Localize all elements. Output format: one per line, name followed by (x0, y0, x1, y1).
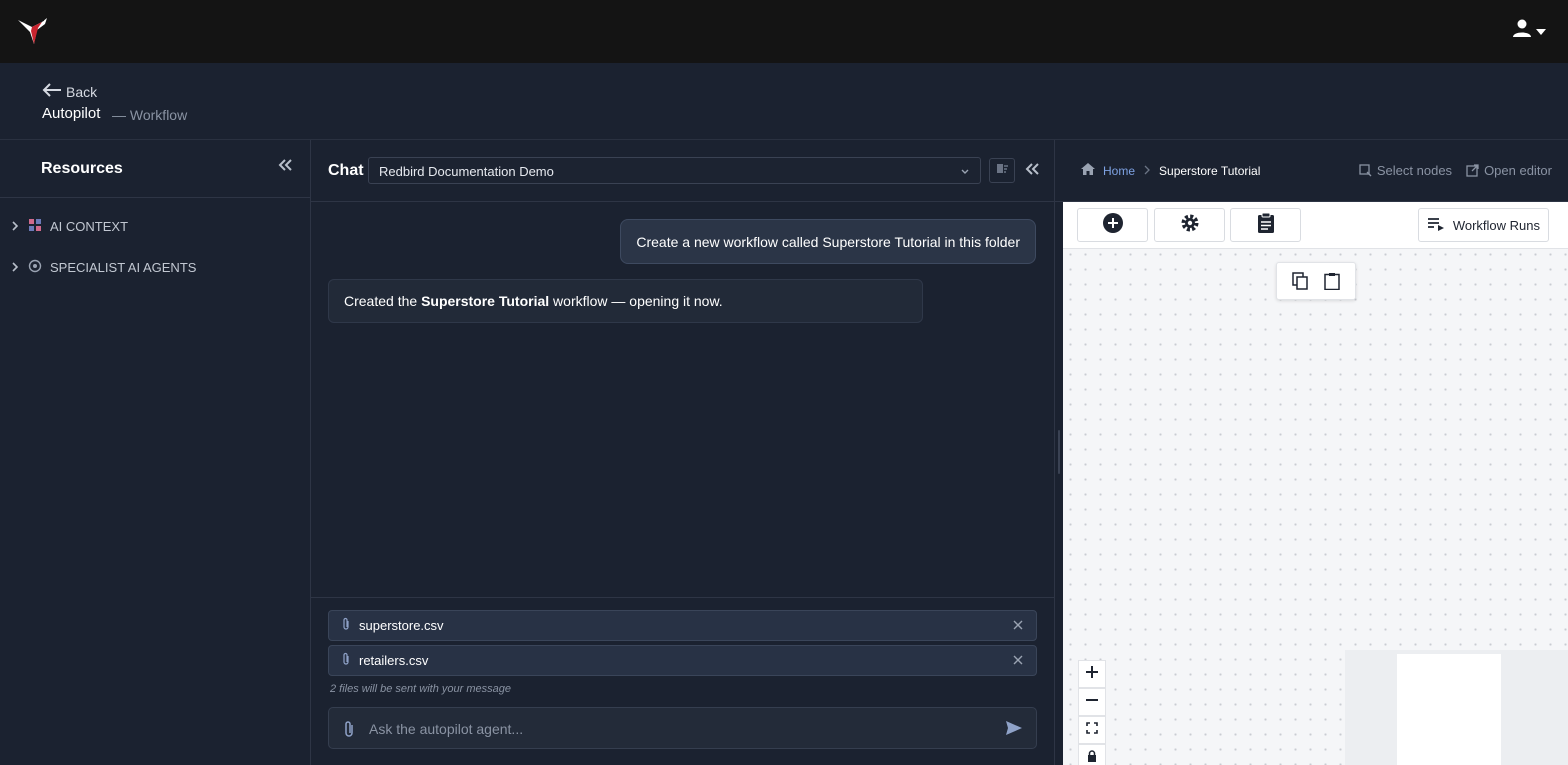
canvas-toolbar: Workflow Runs (1063, 202, 1568, 249)
resources-panel: Resources AI CONTEXT SPECIALIST AI AGENT… (0, 140, 311, 765)
page-subtitle: — Workflow (112, 107, 188, 123)
paperclip-icon (341, 617, 351, 634)
chevron-right-icon (10, 219, 20, 234)
paste-icon[interactable] (1324, 272, 1340, 290)
lock-button[interactable] (1078, 744, 1106, 765)
page-header: Back Autopilot — Workflow (0, 63, 1568, 140)
chevron-double-left-icon (1025, 163, 1039, 180)
workflow-runs-button[interactable]: Workflow Runs (1417, 208, 1549, 242)
workflow-header: Home Superstore Tutorial Select nodes Op… (1055, 140, 1568, 202)
assistant-message-workflow-name: Superstore Tutorial (421, 293, 550, 309)
workflow-header-actions: Select nodes Open editor (1359, 163, 1552, 178)
paperclip-icon (341, 652, 351, 669)
select-icon (1359, 164, 1372, 177)
resource-item-ai-context[interactable]: AI CONTEXT (10, 218, 128, 235)
playlist-play-icon (1427, 217, 1447, 234)
collapse-resources-button[interactable] (278, 158, 292, 177)
canvas-minimap[interactable] (1345, 650, 1568, 765)
attachment-chip: superstore.csv (328, 610, 1037, 641)
clear-chat-button[interactable] (989, 158, 1015, 183)
workflow-panel: Home Superstore Tutorial Select nodes Op… (1055, 140, 1568, 765)
assistant-message: Created the Superstore Tutorial workflow… (328, 279, 923, 323)
resource-item-label: SPECIALIST AI AGENTS (50, 260, 197, 275)
collapse-chat-button[interactable] (1025, 162, 1039, 181)
chat-panel: Chat Redbird Documentation Demo Create a… (311, 140, 1055, 765)
resources-title: Resources (41, 160, 123, 177)
attachment-chip: retailers.csv (328, 645, 1037, 676)
arrow-left-icon (42, 83, 62, 100)
clipboard-list-icon (1257, 212, 1275, 239)
open-editor-button[interactable]: Open editor (1466, 163, 1552, 178)
resources-header: Resources (0, 140, 310, 198)
chat-message-input[interactable] (369, 718, 989, 740)
send-icon[interactable] (1005, 720, 1023, 741)
clipboard-button[interactable] (1230, 208, 1301, 242)
user-avatar-icon (1512, 18, 1532, 43)
clear-list-icon (995, 161, 1009, 180)
user-message: Create a new workflow called Superstore … (620, 219, 1036, 264)
resize-grip (1058, 430, 1060, 474)
minimap-viewport (1397, 654, 1501, 765)
fit-view-button[interactable] (1078, 716, 1106, 744)
zoom-controls (1078, 660, 1106, 765)
chevron-down-icon (960, 165, 970, 180)
remove-attachment-icon[interactable] (1012, 654, 1024, 669)
resource-item-specialist-ai-agents[interactable]: SPECIALIST AI AGENTS (10, 259, 196, 276)
assistant-message-suffix: workflow — opening it now. (549, 293, 723, 309)
attach-file-icon[interactable] (343, 720, 355, 743)
attachment-name: retailers.csv (359, 653, 429, 668)
back-label: Back (66, 83, 98, 100)
copy-icon[interactable] (1292, 272, 1308, 290)
home-icon[interactable] (1081, 163, 1095, 178)
conversation-select[interactable]: Redbird Documentation Demo (368, 157, 981, 184)
add-node-button[interactable] (1077, 208, 1148, 242)
select-nodes-button[interactable]: Select nodes (1359, 163, 1452, 178)
chat-title: Chat (328, 162, 364, 179)
resource-item-label: AI CONTEXT (50, 219, 129, 234)
panel-resize-handle[interactable] (1055, 140, 1063, 765)
external-link-icon (1466, 164, 1479, 177)
redbird-logo-icon[interactable] (16, 14, 50, 46)
copy-paste-toolbar (1276, 262, 1356, 300)
top-bar (0, 0, 1568, 63)
attachment-name: superstore.csv (359, 618, 444, 633)
open-editor-label: Open editor (1484, 163, 1552, 178)
conversation-select-value: Redbird Documentation Demo (379, 164, 554, 179)
breadcrumb-current: Superstore Tutorial (1159, 163, 1261, 178)
chevron-down-icon (1536, 22, 1546, 40)
remove-attachment-icon[interactable] (1012, 619, 1024, 634)
workflow-canvas[interactable]: Workflow Runs (1063, 202, 1568, 765)
zoom-out-button[interactable] (1078, 688, 1106, 716)
gear-icon (1179, 212, 1201, 239)
minus-icon (1085, 693, 1099, 712)
chat-composer: superstore.csv retailers.csv 2 files wil… (311, 597, 1055, 765)
files-note: 2 files will be sent with your message (330, 683, 511, 695)
chevron-double-left-icon (278, 159, 292, 176)
fullscreen-icon (1086, 721, 1098, 739)
back-link[interactable]: Back (42, 83, 97, 100)
zoom-in-button[interactable] (1078, 660, 1106, 688)
agent-icon (28, 259, 42, 276)
plus-icon (1085, 665, 1099, 684)
select-nodes-label: Select nodes (1376, 163, 1453, 178)
user-menu[interactable] (1512, 18, 1546, 43)
chat-header: Chat Redbird Documentation Demo (311, 140, 1054, 202)
lock-icon (1086, 749, 1098, 765)
settings-button[interactable] (1154, 208, 1225, 242)
chat-input-box (328, 707, 1037, 749)
page-title: Autopilot (42, 105, 101, 122)
ai-context-icon (28, 218, 42, 235)
chevron-right-icon (1143, 164, 1151, 178)
assistant-message-prefix: Created the (344, 293, 422, 309)
chevron-right-icon (10, 260, 20, 275)
workflow-runs-label: Workflow Runs (1452, 217, 1540, 233)
plus-circle-icon (1102, 212, 1124, 239)
breadcrumb: Home Superstore Tutorial (1081, 163, 1260, 178)
breadcrumb-home[interactable]: Home (1103, 164, 1135, 178)
